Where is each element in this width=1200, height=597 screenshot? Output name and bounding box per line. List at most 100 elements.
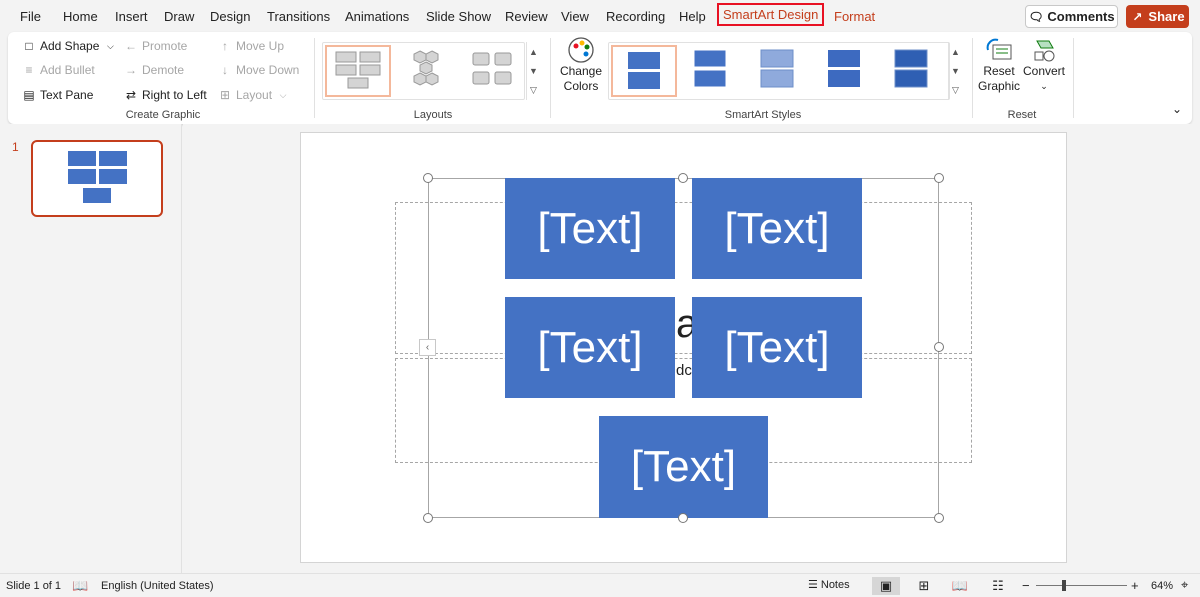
add-bullet-label: Add Bullet — [40, 63, 95, 77]
style-option-simple-fill[interactable] — [611, 45, 677, 97]
text-pane-button[interactable]: ▤ Text Pane — [22, 88, 93, 102]
resize-handle[interactable] — [678, 173, 688, 183]
tab-transitions[interactable]: Transitions — [267, 9, 330, 24]
reset-graphic-label-2: Graphic — [977, 79, 1021, 93]
hierarchy-icon: ⊞ — [219, 88, 231, 102]
tab-recording[interactable]: Recording — [606, 9, 665, 24]
style-option-subtle[interactable] — [746, 45, 812, 97]
arrow-up-icon: ↑ — [222, 39, 228, 53]
convert-icon — [1034, 40, 1055, 62]
more-options-icon[interactable]: ▽ — [527, 81, 540, 100]
create-graphic-group-label: Create Graphic — [125, 109, 201, 121]
accessibility-icon[interactable]: 📖 — [72, 578, 88, 594]
resize-handle[interactable] — [934, 342, 944, 352]
normal-view-button[interactable]: ▣ — [872, 577, 900, 595]
swap-arrows-icon: ⇄ — [125, 88, 137, 102]
more-options-icon[interactable]: ▽ — [949, 81, 962, 100]
group-divider — [972, 38, 973, 118]
zoom-out-icon[interactable]: − — [1022, 578, 1030, 593]
tab-review[interactable]: Review — [505, 9, 548, 24]
notes-button[interactable]: ☰ Notes — [808, 578, 850, 592]
tab-insert[interactable]: Insert — [115, 9, 148, 24]
palette-icon — [568, 37, 594, 63]
add-shape-button[interactable]: □ Add Shape ⌵ — [22, 39, 117, 53]
move-up-button[interactable]: ↑ Move Up — [218, 39, 284, 53]
reading-view-icon: 📖 — [951, 578, 969, 593]
notes-label: Notes — [820, 578, 850, 591]
smartart-shape[interactable]: [Text] — [692, 297, 862, 398]
resize-handle[interactable] — [934, 513, 944, 523]
layout-preview-icon — [335, 51, 381, 89]
tab-help[interactable]: Help — [679, 9, 706, 24]
style-option-intense[interactable] — [880, 45, 946, 97]
zoom-slider-thumb[interactable] — [1062, 580, 1066, 591]
chevron-down-icon: ⌵ — [106, 41, 114, 51]
smartart-shape[interactable]: [Text] — [505, 297, 675, 398]
layouts-gallery-scroll[interactable]: ▲ ▼ ▽ — [526, 42, 540, 100]
resize-handle[interactable] — [423, 173, 433, 183]
comments-label: Comments — [1047, 9, 1115, 24]
scroll-up-icon[interactable]: ▲ — [527, 42, 540, 61]
comments-button[interactable]: 🗨 Comments — [1025, 5, 1118, 28]
notes-icon: ☰ — [808, 579, 818, 591]
style-option-moderate[interactable] — [813, 45, 879, 97]
smartart-shape[interactable]: [Text] — [599, 416, 768, 518]
tab-draw[interactable]: Draw — [164, 9, 194, 24]
thumbnail-shape — [99, 169, 127, 184]
zoom-in-icon[interactable]: + — [1131, 578, 1139, 593]
style-preview-icon — [693, 49, 727, 88]
reset-group-label: Reset — [1007, 109, 1037, 121]
slide-sorter-button[interactable]: ⊞ — [910, 577, 938, 595]
layout-option-hexagon[interactable] — [395, 45, 457, 97]
scroll-down-icon[interactable]: ▼ — [949, 61, 962, 80]
scroll-down-icon[interactable]: ▼ — [527, 61, 540, 80]
layout-button[interactable]: ⊞ Layout ⌵ — [218, 88, 290, 102]
resize-handle[interactable] — [423, 513, 433, 523]
tab-format[interactable]: Format — [834, 9, 875, 24]
resize-handle[interactable] — [678, 513, 688, 523]
tab-animations[interactable]: Animations — [345, 9, 409, 24]
layouts-group-label: Layouts — [413, 109, 453, 121]
arrow-right-icon: → — [125, 63, 137, 77]
resize-handle[interactable] — [934, 173, 944, 183]
styles-gallery-scroll[interactable]: ▲ ▼ ▽ — [948, 42, 962, 100]
layout-option-grid[interactable] — [461, 45, 523, 97]
right-to-left-button[interactable]: ⇄ Right to Left — [124, 88, 207, 102]
move-down-label: Move Down — [236, 63, 300, 77]
scroll-up-icon[interactable]: ▲ — [949, 42, 962, 61]
reset-graphic-button[interactable]: Reset Graphic — [976, 36, 1022, 94]
fit-to-window-icon[interactable]: ⌖ — [1181, 577, 1188, 593]
zoom-level[interactable]: 64% — [1151, 580, 1173, 592]
slide-sorter-icon: ⊞ — [918, 578, 930, 593]
tab-view[interactable]: View — [561, 9, 589, 24]
reading-view-button[interactable]: 📖 — [946, 577, 974, 595]
convert-button[interactable]: Convert ⌄ — [1021, 36, 1067, 94]
language-status[interactable]: English (United States) — [101, 580, 214, 592]
group-divider — [550, 38, 551, 118]
tab-slide-show[interactable]: Slide Show — [426, 9, 491, 24]
smartart-shape[interactable]: [Text] — [505, 178, 675, 279]
layout-option-picture-organization[interactable] — [325, 45, 391, 97]
tab-file[interactable]: File — [20, 9, 41, 24]
change-colors-button[interactable]: Change Colors — [558, 36, 604, 94]
slide-thumbnail[interactable] — [31, 140, 163, 217]
tab-home[interactable]: Home — [63, 9, 98, 24]
style-option-white-outline[interactable] — [679, 45, 745, 97]
move-down-button[interactable]: ↓ Move Down — [218, 63, 299, 77]
slide-thumbnail-pane: 1 — [0, 124, 182, 573]
collapse-ribbon-chevron-icon[interactable]: ⌄ — [1172, 102, 1182, 116]
tab-design[interactable]: Design — [210, 9, 250, 24]
smartart-shape[interactable]: [Text] — [692, 178, 862, 279]
zoom-slider[interactable] — [1036, 585, 1127, 586]
text-pane-toggle-icon[interactable]: ‹ — [419, 339, 436, 356]
hexagon-layout-icon — [413, 50, 439, 86]
tab-smartart-design[interactable]: SmartArt Design — [717, 3, 825, 26]
style-preview-icon — [628, 52, 660, 89]
demote-button[interactable]: → Demote — [124, 63, 184, 77]
presenter-icon: ☷ — [992, 578, 1004, 593]
share-button[interactable]: ↗ Share — [1126, 5, 1189, 28]
change-colors-label-2: Colors — [563, 79, 599, 93]
add-bullet-button[interactable]: ≡ Add Bullet — [22, 63, 95, 77]
presenter-view-button[interactable]: ☷ — [984, 577, 1012, 595]
promote-button[interactable]: ← Promote — [124, 39, 187, 53]
